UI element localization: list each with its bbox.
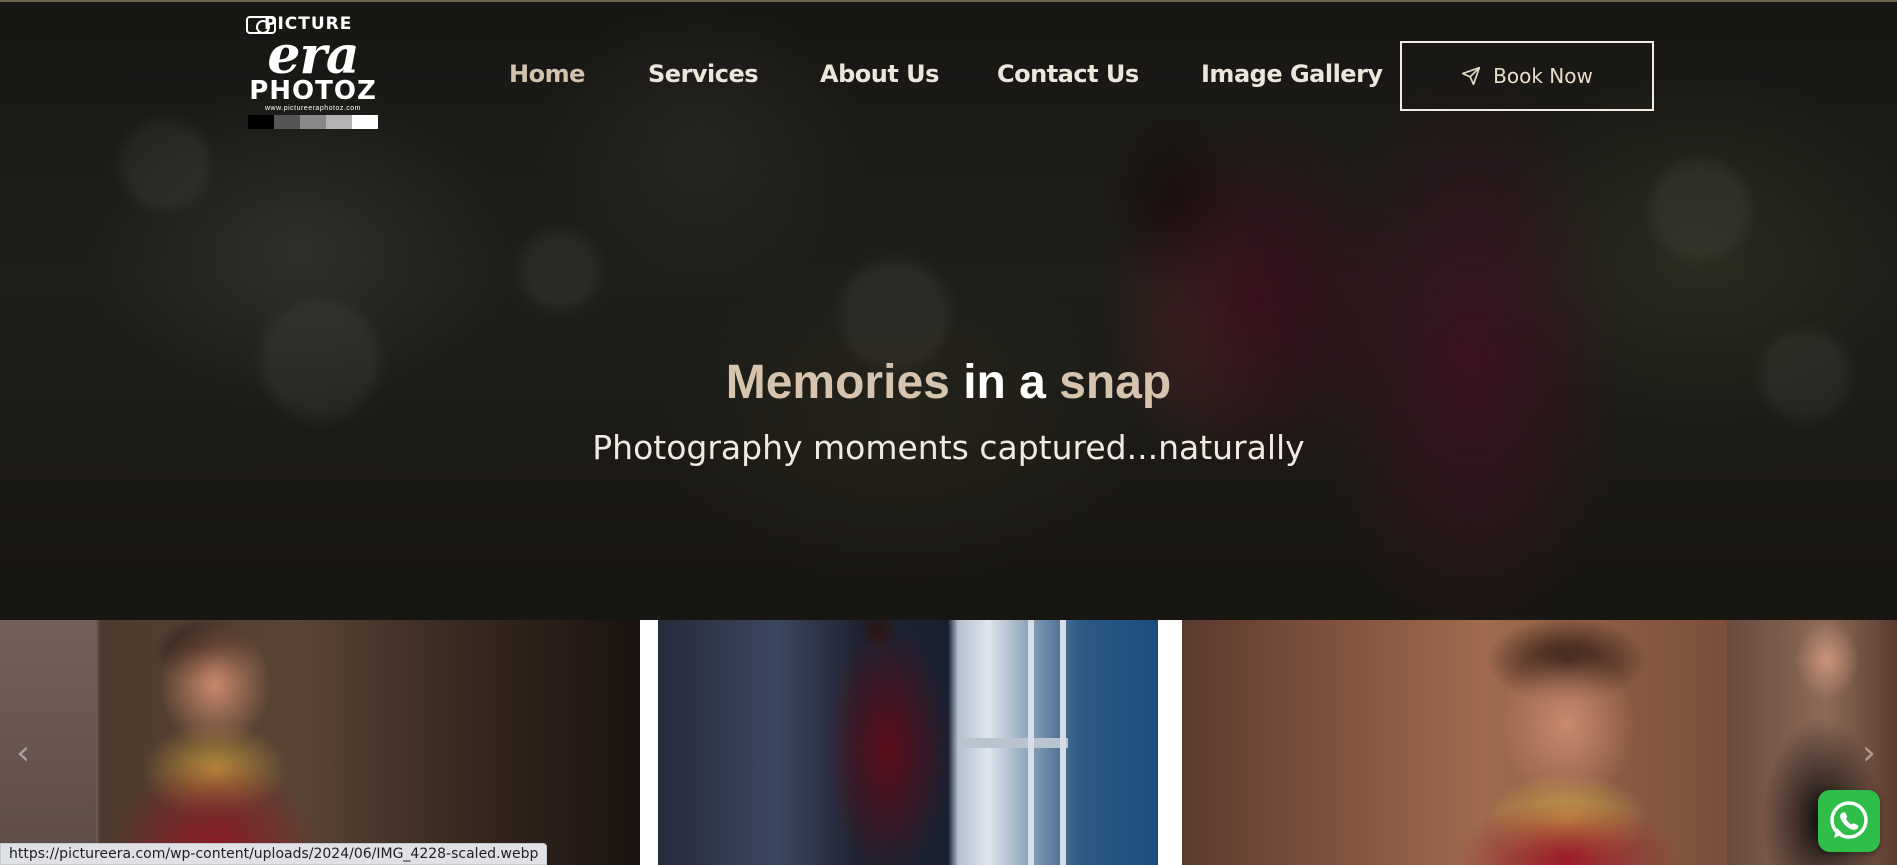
nav-image-gallery[interactable]: Image Gallery [1201,60,1383,92]
bokeh-light [520,230,600,310]
nav-about-us[interactable]: About Us [820,60,939,92]
image-carousel [0,620,1897,865]
hero-subtitle: Photography moments captured...naturally [592,428,1305,467]
book-now-label: Book Now [1493,64,1593,88]
gallery-image-bride-portrait[interactable] [1182,620,1727,865]
chevron-right-icon[interactable]: › [1854,735,1884,771]
gallery-image-bride-window[interactable] [640,620,1175,865]
nav-contact-us[interactable]: Contact Us [997,60,1139,92]
book-now-button[interactable]: Book Now [1400,41,1654,111]
hero-title-snap: snap [1059,356,1172,409]
browser-status-url: https://pictureera.com/wp-content/upload… [0,843,548,865]
nav-services[interactable]: Services [648,60,759,92]
nav-home[interactable]: Home [509,60,585,92]
whatsapp-button[interactable] [1818,790,1880,852]
main-nav: Home Services About Us Contact Us Image … [0,0,1897,150]
gallery-image-bride-smiling[interactable] [0,620,640,865]
hero-title-in-a: in a [963,356,1046,409]
gallery-image-content [658,620,1158,865]
chevron-left-icon[interactable]: ‹ [8,735,38,771]
bokeh-light [840,260,950,370]
hero-title: Memories in a snap [0,355,1897,410]
whatsapp-icon [1830,801,1868,839]
paper-plane-icon [1461,66,1481,86]
window-frame [1028,620,1066,865]
bokeh-light [1650,160,1750,260]
hero-title-memories: Memories [725,356,950,409]
